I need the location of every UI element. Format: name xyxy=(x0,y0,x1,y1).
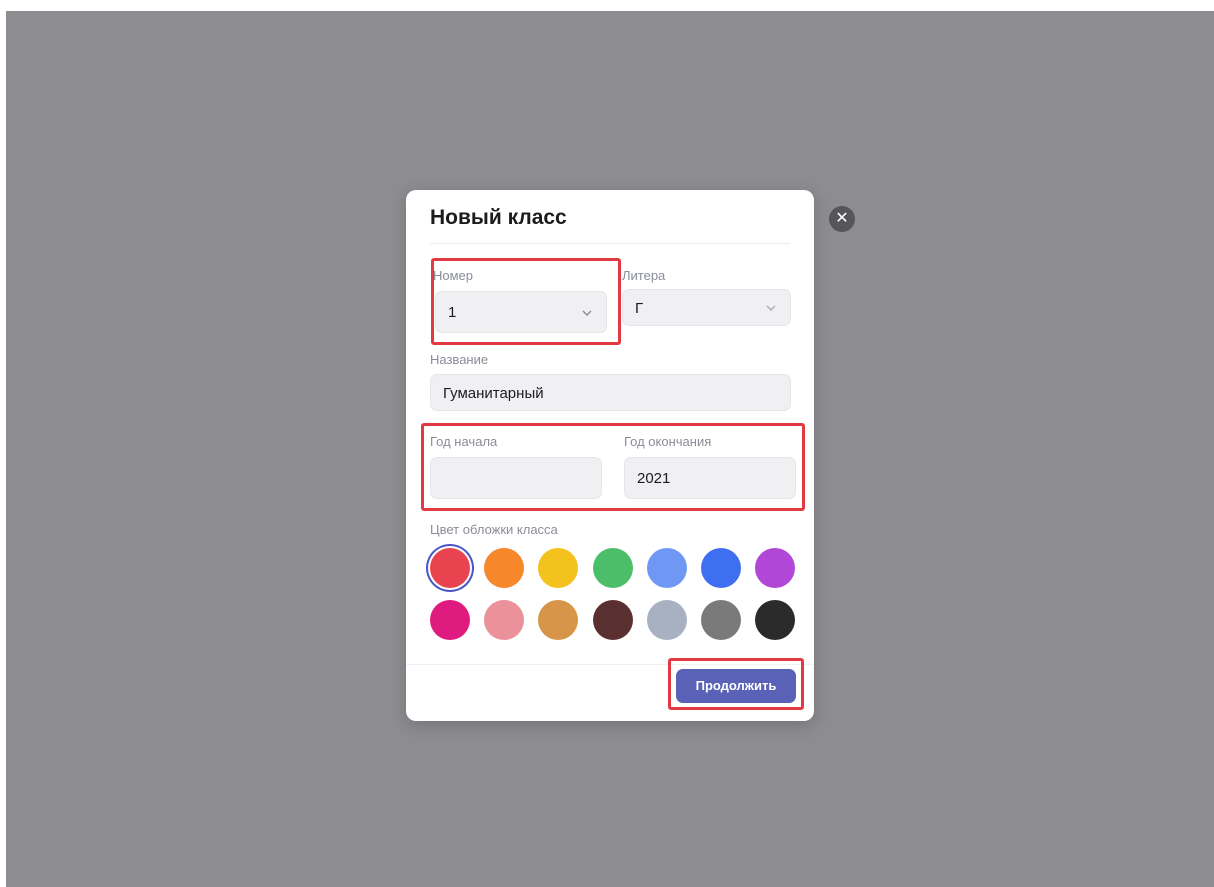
name-label: Название xyxy=(430,352,489,367)
divider xyxy=(430,243,790,244)
chevron-down-icon xyxy=(582,310,592,316)
number-label: Номер xyxy=(433,268,474,283)
color-swatch[interactable] xyxy=(646,548,687,588)
color-swatch[interactable] xyxy=(701,548,741,588)
color-swatch[interactable] xyxy=(592,600,633,640)
name-value: Гуманитарный xyxy=(443,385,544,402)
color-swatch[interactable] xyxy=(538,548,579,588)
divider xyxy=(406,664,814,665)
cover-color-label: Цвет обложки класса xyxy=(430,522,558,537)
color-swatch[interactable] xyxy=(755,600,796,640)
start-year-input[interactable] xyxy=(430,457,602,499)
end-year-input[interactable]: 2021 xyxy=(624,457,796,499)
litera-value: Г xyxy=(635,300,644,317)
dialog-title: Новый класс xyxy=(430,206,567,229)
end-year-value: 2021 xyxy=(637,470,671,487)
color-swatch[interactable] xyxy=(484,600,525,640)
color-swatch[interactable] xyxy=(484,548,525,588)
color-swatch[interactable] xyxy=(646,600,687,640)
number-value: 1 xyxy=(448,304,457,321)
chevron-down-icon xyxy=(766,305,776,311)
color-swatch[interactable] xyxy=(430,600,470,640)
color-swatch[interactable] xyxy=(538,600,579,640)
continue-button[interactable]: Продолжить xyxy=(676,669,796,703)
close-icon: ✕ xyxy=(835,210,849,227)
end-year-label: Год окончания xyxy=(624,434,712,449)
litera-select[interactable]: Г xyxy=(622,289,791,326)
color-swatch[interactable] xyxy=(592,548,633,588)
color-swatch[interactable] xyxy=(430,548,470,588)
new-class-dialog: Новый класс Номер 1 Литера Г Название Гу… xyxy=(406,190,814,721)
litera-label: Литера xyxy=(622,268,666,283)
color-swatch[interactable] xyxy=(701,600,741,640)
start-year-label: Год начала xyxy=(430,434,498,449)
close-button[interactable]: ✕ xyxy=(829,206,855,232)
name-input[interactable]: Гуманитарный xyxy=(430,374,791,411)
number-select[interactable]: 1 xyxy=(435,291,607,333)
color-swatch[interactable] xyxy=(755,548,796,588)
